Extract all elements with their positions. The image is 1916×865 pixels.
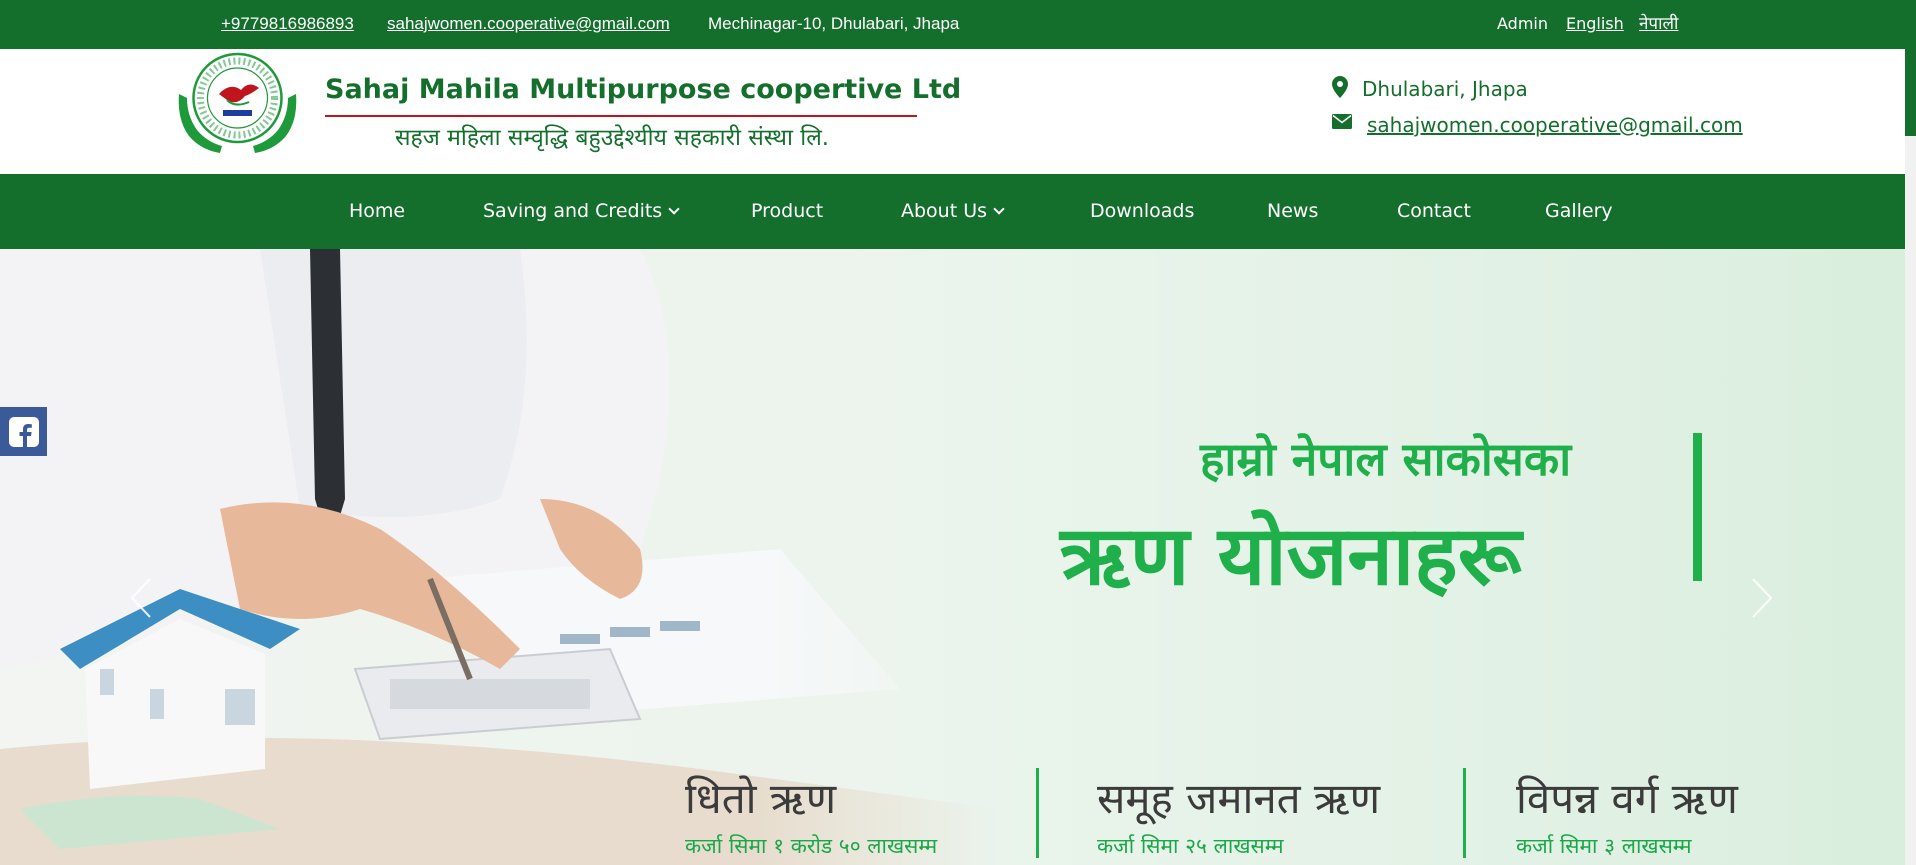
scrollbar-thumb[interactable]: [1905, 0, 1916, 136]
chevron-down-icon: [993, 203, 1005, 215]
loan-divider: [1463, 768, 1466, 858]
nav-news[interactable]: News: [1267, 174, 1318, 249]
nav-downloads-label: Downloads: [1090, 200, 1195, 222]
language-nepali-link[interactable]: नेपाली: [1639, 11, 1678, 34]
nav-news-label: News: [1267, 200, 1319, 222]
facebook-side-button[interactable]: [0, 407, 47, 456]
header-location: Dhulabari, Jhapa: [1362, 77, 1528, 101]
loan-subtitle: कर्जा सिमा १ करोड ५० लाखसम्म: [685, 834, 938, 858]
nav-downloads[interactable]: Downloads: [1090, 174, 1194, 249]
nav-product-label: Product: [751, 200, 824, 222]
admin-link[interactable]: Admin: [1497, 14, 1548, 33]
nav-saving-and-credits[interactable]: Saving and Credits: [483, 174, 680, 249]
map-marker-icon: [1332, 76, 1348, 98]
hero-slider: हाम्रो नेपाल साकोसका ऋण योजनाहरू धितो ऋण…: [0, 249, 1905, 865]
nav-home[interactable]: Home: [349, 174, 405, 249]
language-english-link[interactable]: English: [1566, 14, 1624, 33]
nav-contact-label: Contact: [1397, 200, 1471, 222]
loan-item-group: समूह जमानत ऋण कर्जा सिमा २५ लाखसम्म: [1097, 769, 1380, 860]
loan-divider: [1036, 768, 1039, 858]
cooperative-logo[interactable]: [175, 50, 300, 155]
phone-link[interactable]: +9779816986893: [221, 14, 354, 34]
loan-title: समूह जमानत ऋण: [1097, 774, 1381, 823]
loan-title: विपन्न वर्ग ऋण: [1516, 774, 1738, 823]
nav-gallery[interactable]: Gallery: [1545, 174, 1613, 249]
chevron-down-icon: [668, 203, 680, 215]
loan-subtitle: कर्जा सिमा २५ लाखसम्म: [1097, 834, 1284, 858]
top-contact-bar: +9779816986893 sahajwomen.cooperative@gm…: [0, 0, 1905, 49]
nav-contact[interactable]: Contact: [1397, 174, 1471, 249]
loan-title: धितो ऋण: [685, 774, 837, 823]
organization-name-nepali: सहज महिला सम्वृद्धि बहुउद्देश्यीय सहकारी…: [395, 125, 830, 151]
envelope-icon: [1332, 114, 1352, 129]
nav-about-us[interactable]: About Us: [901, 174, 1005, 249]
loan-subtitle: कर्जा सिमा ३ लाखसम्म: [1516, 834, 1692, 858]
email-link[interactable]: sahajwomen.cooperative@gmail.com: [387, 14, 670, 34]
nav-gallery-label: Gallery: [1545, 200, 1613, 222]
loan-item-deprived: विपन्न वर्ग ऋण कर्जा सिमा ३ लाखसम्म: [1516, 769, 1738, 860]
slider-prev-arrow-icon[interactable]: [128, 577, 156, 619]
hero-accent-bar: [1693, 433, 1702, 581]
hero-title-line1: हाम्रो नेपाल साकोसका: [1200, 432, 1572, 486]
header-email-link[interactable]: sahajwomen.cooperative@gmail.com: [1367, 113, 1743, 137]
hero-title-line2: ऋण योजनाहरू: [1060, 509, 1522, 604]
slider-next-arrow-icon[interactable]: [1747, 577, 1775, 619]
title-underline: [325, 115, 917, 117]
nav-saving-label: Saving and Credits: [483, 200, 663, 222]
address-text: Mechinagar-10, Dhulabari, Jhapa: [708, 14, 960, 33]
nav-about-label: About Us: [901, 200, 988, 222]
main-navigation: Home Saving and Credits Product About Us…: [0, 174, 1905, 249]
organization-name: Sahaj Mahila Multipurpose coopertive Ltd: [325, 74, 962, 105]
loan-item-collateral: धितो ऋण कर्जा सिमा १ करोड ५० लाखसम्म: [685, 769, 937, 860]
facebook-icon: [9, 417, 39, 447]
nav-product[interactable]: Product: [751, 174, 823, 249]
nav-home-label: Home: [349, 200, 406, 222]
